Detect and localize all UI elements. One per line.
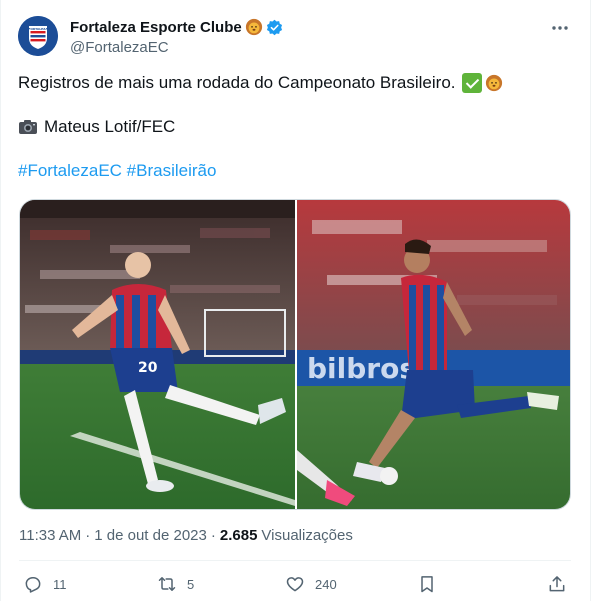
verified-icon [266,19,282,35]
tweet-time[interactable]: 11:33 AM [19,527,81,544]
club-crest-icon: FORTALEZA [18,16,58,56]
like-icon [286,577,304,592]
tweet-line-2: Mateus Lotif/FEC [18,116,568,138]
account-names: Fortaleza Esporte Clube @FortalezaEC [70,17,283,56]
tweet-actions: 11 5 240 [19,570,571,598]
display-name[interactable]: Fortaleza Esporte Clube [70,19,242,36]
account-handle[interactable]: @FortalezaEC [70,39,283,56]
tweet-meta: 11:33 AM · 1 de out de 2023 · 2.685 Visu… [19,527,353,544]
photo-credit: Mateus Lotif/FEC [44,117,176,136]
lion-emoji [245,18,262,36]
views-count: 2.685 [219,527,258,544]
tweet-header: FORTALEZA Fortaleza Esporte Clube @Forta… [18,16,578,60]
like-button[interactable]: 240 [285,570,337,598]
reply-icon [25,577,41,593]
hashtag-fortalezaec[interactable]: #FortalezaEC [18,160,122,182]
more-icon [552,26,568,30]
more-button[interactable] [550,18,570,38]
bookmark-icon [421,576,433,593]
retweet-count: 5 [187,576,195,592]
views-label: Visualizações [261,527,353,544]
check-emoji [461,73,482,93]
camera-emoji [19,120,37,134]
tweet-line-1-text: Registros de mais uma rodada do Campeona… [18,73,456,92]
reply-button[interactable]: 11 [23,570,67,598]
meta-separator: · [85,527,91,544]
tweet-text: Registros de mais uma rodada do Campeona… [18,72,568,182]
retweet-icon [158,577,176,591]
lion-emoji [485,74,502,92]
tweet-line-1: Registros de mais uma rodada do Campeona… [18,72,568,94]
share-button[interactable] [547,570,567,598]
frame-border-left [0,0,1,601]
tweet-date[interactable]: 1 de out de 2023 [94,527,207,544]
photo-2[interactable]: bilbros [297,200,570,509]
avatar[interactable]: FORTALEZA [18,16,58,56]
tweet-media: 20 bilbros [19,199,571,510]
share-icon [549,576,565,592]
hashtags: #FortalezaEC #Brasileirão [18,160,568,182]
reply-count: 11 [53,576,67,592]
ad-board-text: bilbros [307,352,416,385]
meta-separator: · [210,527,216,544]
photo-1[interactable]: 20 [20,200,295,509]
like-count: 240 [315,576,337,592]
hashtag-brasileirao[interactable]: #Brasileirão [127,160,217,182]
bookmark-button[interactable] [417,570,437,598]
retweet-button[interactable]: 5 [157,570,194,598]
jersey-number: 20 [138,360,158,376]
avatar-text: FORTALEZA [28,27,48,31]
actions-divider [19,560,571,561]
